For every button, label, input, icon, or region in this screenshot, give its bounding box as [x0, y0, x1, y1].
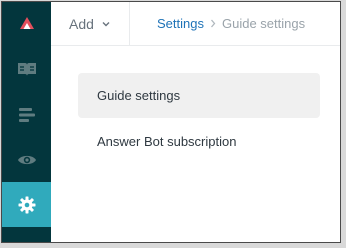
guide-book-icon — [17, 62, 36, 76]
sidebar-item-view[interactable] — [2, 137, 51, 182]
sidebar — [2, 2, 51, 242]
eye-icon — [17, 155, 36, 164]
sidebar-item-home[interactable] — [2, 2, 51, 46]
sidebar-item-guide[interactable] — [2, 46, 51, 91]
sidebar-item-settings[interactable] — [2, 182, 51, 227]
screenshot-frame: Add Settings Guide settings Guide settin… — [0, 0, 346, 248]
menu-item-label: Guide settings — [97, 88, 181, 103]
breadcrumb-current: Guide settings — [221, 16, 306, 31]
app-window: Add Settings Guide settings Guide settin… — [1, 1, 341, 243]
menu-item-guide-settings[interactable]: Guide settings — [78, 73, 320, 118]
add-button-label: Add — [69, 15, 94, 32]
add-button[interactable]: Add — [51, 2, 130, 45]
sidebar-item-arrange[interactable] — [2, 92, 51, 137]
menu-item-label: Answer Bot subscription — [97, 134, 237, 149]
gear-icon — [18, 196, 35, 213]
breadcrumb-settings-link[interactable]: Settings — [157, 16, 204, 31]
chevron-right-icon — [210, 19, 216, 28]
chevron-down-icon — [102, 21, 110, 27]
top-header: Add Settings Guide settings — [51, 2, 340, 46]
breadcrumb: Settings Guide settings — [157, 2, 305, 45]
arrange-content-icon — [18, 107, 35, 122]
zendesk-logo-icon — [19, 17, 34, 29]
menu-item-answer-bot-subscription[interactable]: Answer Bot subscription — [78, 119, 320, 164]
